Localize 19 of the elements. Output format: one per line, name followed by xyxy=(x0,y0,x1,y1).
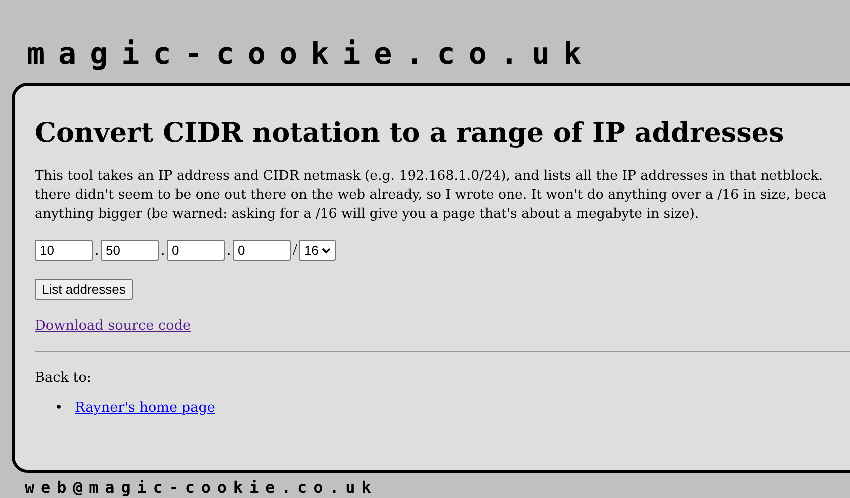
home-page-link[interactable]: Rayner's home page xyxy=(75,400,216,416)
octet-field[interactable]: 0 xyxy=(167,240,225,261)
separator: . xyxy=(226,242,232,260)
page-heading: Convert CIDR notation to a range of IP addresses xyxy=(35,118,784,149)
octet-field[interactable]: 0 xyxy=(233,240,291,261)
list-addresses-button[interactable]: List addresses xyxy=(35,279,133,300)
netmask-select[interactable]: 16 xyxy=(299,240,336,261)
separator: / xyxy=(292,242,298,260)
intro-paragraph: This tool takes an IP address and CIDR netmask (e.g. 192.168.1.0/24), and lists all the IP addresses in that netblock. there didn't seem to be one out there on the web already, so I wrote one. It won't do anything over a /16 in size, beca anything bigger (be warned: asking for a /16 will give you a page that's about a megabyte in size). xyxy=(35,168,827,224)
chevron-icon xyxy=(322,248,331,254)
separator: . xyxy=(160,242,166,260)
bullet: • xyxy=(55,400,64,416)
site-logo: magic-cookie.co.uk xyxy=(27,38,596,72)
download-link[interactable]: Download source code xyxy=(35,318,192,334)
octet-field[interactable]: 10 xyxy=(35,240,93,261)
separator: . xyxy=(94,242,100,260)
footer-email: web@magic-cookie.co.uk xyxy=(25,479,378,497)
octet-field[interactable]: 50 xyxy=(101,240,159,261)
back-label: Back to: xyxy=(35,370,92,386)
